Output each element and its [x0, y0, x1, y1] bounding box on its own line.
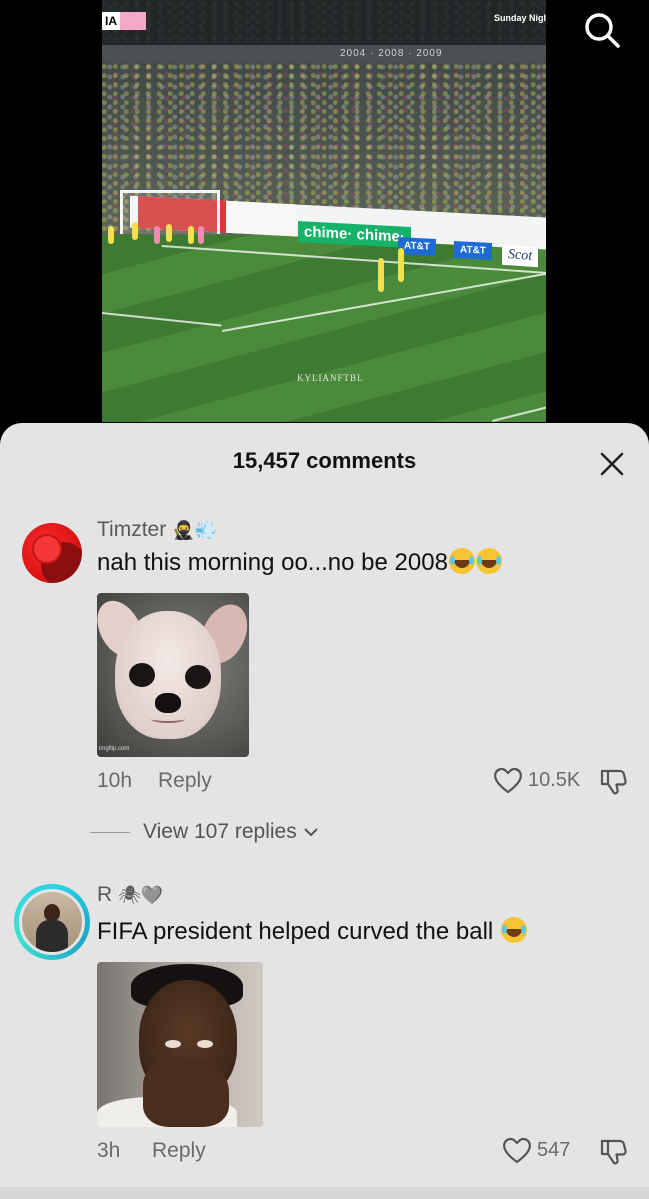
- stadium-rail: [102, 45, 546, 63]
- heart-icon: [494, 767, 522, 794]
- chevron-down-icon: [304, 828, 318, 837]
- reply-button[interactable]: Reply: [158, 769, 212, 793]
- like-count: 10.5K: [528, 768, 581, 791]
- comment-time: 3h: [97, 1139, 121, 1162]
- player: [188, 226, 194, 244]
- avatar[interactable]: [22, 523, 82, 583]
- like-count: 547: [537, 1138, 571, 1161]
- comment-username[interactable]: R 🕷🩶: [97, 883, 163, 907]
- comment-username[interactable]: Timzter 🥷💨: [97, 518, 217, 542]
- like-button[interactable]: 547: [502, 1136, 570, 1164]
- video-frame: 2004 · 2008 · 2009 chime· chime· AT&T AT…: [102, 0, 546, 422]
- joy-emoji-icon: [448, 548, 475, 574]
- player: [166, 224, 172, 242]
- video-player[interactable]: 2004 · 2008 · 2009 chime· chime· AT&T AT…: [0, 0, 649, 430]
- comment-time: 10h: [97, 769, 133, 792]
- player: [198, 226, 204, 244]
- player: [132, 222, 138, 240]
- like-button[interactable]: 10.5K: [493, 766, 580, 794]
- gif-watermark: imgflip.com: [99, 746, 130, 752]
- dislike-icon[interactable]: [598, 767, 628, 797]
- player: [398, 248, 404, 282]
- joy-emoji-icon: [475, 548, 502, 574]
- rail-years: 2004 · 2008 · 2009: [340, 48, 443, 59]
- search-icon[interactable]: [582, 10, 622, 50]
- view-replies-link[interactable]: View 107 replies: [90, 820, 320, 844]
- video-watermark: KYLIANFTBL: [297, 373, 364, 383]
- pitch: [102, 235, 546, 422]
- gif-chihuahua[interactable]: imgflip.com: [97, 593, 249, 757]
- player: [154, 226, 160, 244]
- player: [108, 226, 114, 244]
- player: [378, 258, 384, 292]
- comment-text: nah this morning oo...no be 2008: [97, 548, 502, 577]
- sponsor-att: AT&T: [454, 241, 492, 260]
- comments-count-title: 15,457 comments: [232, 448, 417, 473]
- sponsor-scot: Scot: [502, 244, 539, 268]
- close-icon[interactable]: [598, 450, 626, 478]
- username-badges: 🕷🩶: [118, 885, 164, 905]
- scoreboard-team: IA: [102, 12, 146, 30]
- comments-sheet: 15,457 comments Timzter 🥷💨 nah this morn…: [0, 423, 649, 1199]
- input-bar-edge: [0, 1187, 649, 1199]
- heart-icon: [503, 1137, 531, 1164]
- avatar[interactable]: [19, 889, 85, 955]
- divider: [90, 831, 130, 833]
- gif-man-reaction[interactable]: [97, 962, 263, 1127]
- team-abbrev: IA: [102, 12, 120, 30]
- reply-button[interactable]: Reply: [152, 1139, 206, 1163]
- joy-emoji-icon: [500, 917, 527, 943]
- dislike-icon[interactable]: [598, 1137, 628, 1167]
- comment-text: FIFA president helped curved the ball: [97, 917, 527, 946]
- broadcast-label: Sunday Night Soccer: [494, 13, 546, 23]
- upper-tier: [102, 0, 546, 48]
- username-badges: 🥷💨: [172, 520, 217, 540]
